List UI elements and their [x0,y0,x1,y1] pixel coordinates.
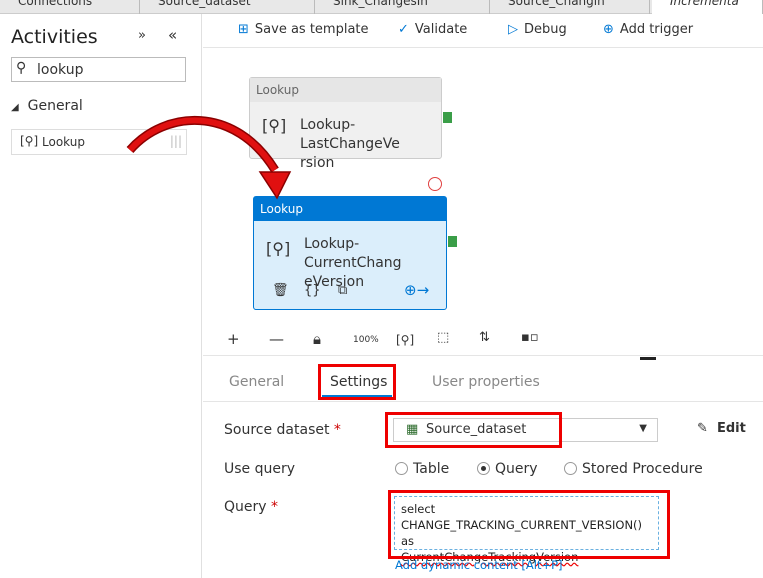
pencil-icon: ✎ [697,421,708,436]
use-query-label: Use query [224,461,296,477]
node-type: Lookup [250,78,441,102]
zoom-100-icon[interactable]: 100% [353,335,379,345]
save-as-template-button[interactable]: ⊞ Save as template [238,22,369,37]
highlight-query [388,490,670,559]
tab-sink[interactable]: Sink_ChangesIn [315,0,490,14]
highlight-settings [318,364,396,400]
tab-source-changing[interactable]: Source_Changin [490,0,650,14]
auto-align-icon[interactable]: ⇅ [479,330,490,345]
failure-port-icon[interactable] [428,177,442,191]
lookup-icon: [⚲] [20,134,39,148]
collapse-all-icon[interactable]: » [138,28,146,43]
play-icon: ▷ [508,22,518,37]
trigger-icon: ⊕ [603,22,614,37]
caret-down-icon: ◢ [11,102,19,113]
template-icon: ⊞ [238,22,249,37]
resize-handle[interactable] [640,357,656,360]
collapse-sidebar-icon[interactable]: « [168,26,177,44]
search-input[interactable]: ⚲ lookup [11,57,186,82]
check-icon: ✓ [398,22,409,37]
chevron-down-icon: ▼ [639,423,647,434]
tab-user-properties[interactable]: User properties [432,374,540,390]
search-value: lookup [37,62,84,78]
tab-source-dataset[interactable]: Source_dataset [140,0,315,14]
source-dataset-label: Source dataset * [224,422,341,438]
radio-stored-procedure[interactable]: Stored Procedure [564,461,703,477]
radio-table[interactable]: Table [395,461,449,477]
drag-arrow [126,115,292,200]
debug-button[interactable]: ▷ Debug [508,22,567,37]
divider [203,401,763,402]
add-trigger-button[interactable]: ⊕ Add trigger [603,22,693,37]
tab-bar: Connections Source_dataset Sink_ChangesI… [0,0,763,14]
add-output-icon[interactable]: ⊕→ [404,281,429,299]
search-icon: ⚲ [16,60,27,76]
activities-sidebar: Activities » « ⚲ lookup ◢ General [⚲] Lo… [0,14,202,578]
select-icon[interactable]: ⬚ [437,330,449,345]
pipeline-toolbar: ⊞ Save as template ✓ Validate ▷ Debug ⊕ Add … [203,14,763,48]
tab-connections[interactable]: Connections [0,0,140,14]
canvas-zoom-toolbar: + — 🔒︎ 100% [⚲] ⬚ ⇅ ▪▫ [203,324,763,356]
success-port[interactable] [443,112,452,123]
zoom-in-icon[interactable]: + [227,330,240,348]
lookup-icon: [⚲] [266,239,291,258]
radio-query[interactable]: Query [477,461,538,477]
add-dynamic-content-link[interactable]: Add dynamic content [Alt+P] [395,558,563,572]
zoom-out-icon[interactable]: — [269,330,284,348]
tab-general[interactable]: General [229,374,284,390]
sidebar-title: Activities [11,26,98,48]
edit-button[interactable]: ✎ Edit [697,421,746,436]
success-port[interactable] [448,236,457,247]
highlight-source-dataset [385,412,562,448]
node-lookup-currentchangeversion[interactable]: Lookup [⚲] Lookup-CurrentChang eVersion 🗑… [253,196,447,310]
query-label: Query * [224,499,278,515]
layout-icon[interactable]: ▪▫ [521,330,539,345]
code-icon[interactable]: {} [304,283,321,298]
node-name: Lookup-LastChangeVe rsion [300,117,400,171]
zoom-fit-icon[interactable]: [⚲] [396,333,414,347]
group-general[interactable]: ◢ General [11,98,83,114]
validate-button[interactable]: ✓ Validate [398,22,467,37]
lock-icon[interactable]: 🔒︎ [313,330,321,348]
copy-icon[interactable]: ⧉ [338,283,347,298]
tab-incremental[interactable]: Incrementa [652,0,763,14]
delete-icon[interactable]: 🗑 [272,283,289,298]
